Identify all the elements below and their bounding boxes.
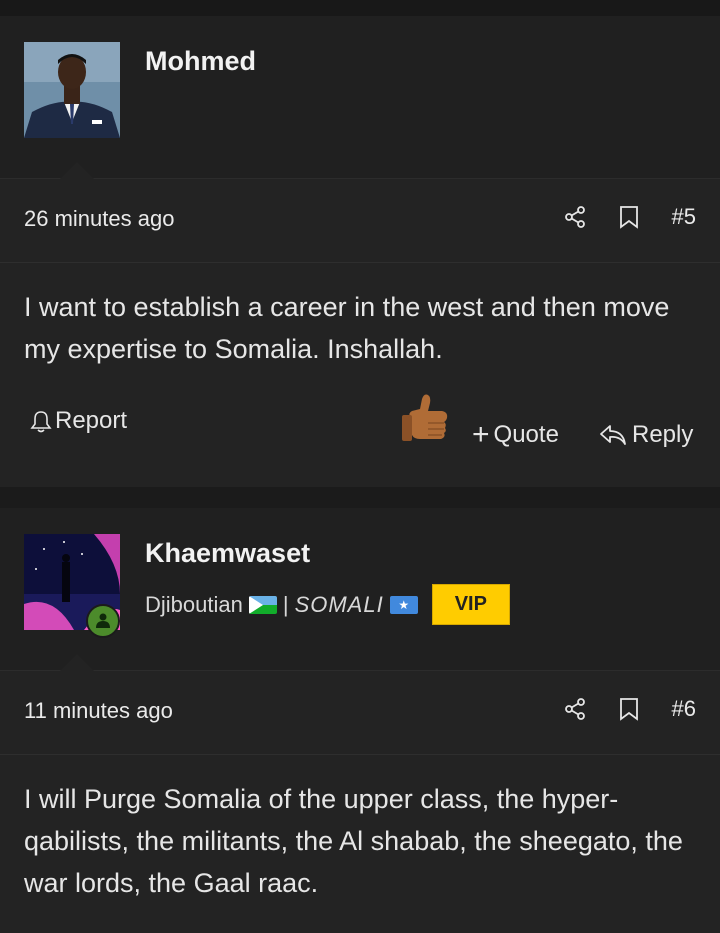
avatar-caret xyxy=(60,162,94,179)
reply-arrow-icon xyxy=(600,425,626,445)
share-icon[interactable] xyxy=(560,202,590,232)
user-block: Khaemwaset Djiboutian | SOMALI ★ VIP xyxy=(0,508,720,671)
post-time[interactable]: 26 minutes ago xyxy=(24,206,174,232)
post-time[interactable]: 11 minutes ago xyxy=(24,698,173,724)
post-body: I want to establish a career in the west… xyxy=(24,292,670,364)
avatar[interactable] xyxy=(24,42,120,138)
bell-icon xyxy=(30,411,52,433)
user-block: Mohmed xyxy=(0,16,720,179)
bookmark-icon[interactable] xyxy=(614,202,644,232)
post-tools: #6 xyxy=(560,694,696,724)
post-number[interactable]: #6 xyxy=(672,696,696,722)
reply-label: Reply xyxy=(632,421,694,448)
post-6: Khaemwaset Djiboutian | SOMALI ★ VIP 11 … xyxy=(0,508,720,933)
top-strip xyxy=(0,0,720,16)
post-tools: #5 xyxy=(560,202,696,232)
post-meta: 11 minutes ago #6 xyxy=(0,670,720,755)
djibouti-flag-icon xyxy=(248,595,277,614)
post-number[interactable]: #5 xyxy=(672,204,696,230)
plus-icon: + xyxy=(472,418,490,451)
online-user-icon xyxy=(86,604,120,638)
quote-label: Quote xyxy=(493,421,559,448)
report-button[interactable]: Report xyxy=(30,407,127,435)
reply-button[interactable]: Reply xyxy=(598,421,693,449)
post-meta: 26 minutes ago #5 xyxy=(0,178,720,263)
quote-button[interactable]: + Quote xyxy=(472,418,559,451)
post-actions: Report + Quote Reply xyxy=(0,394,720,461)
user-title: Djiboutian | SOMALI ★ VIP xyxy=(145,584,510,625)
vip-badge: VIP xyxy=(431,584,510,625)
post-body: I will Purge Somalia of the upper class,… xyxy=(24,784,683,898)
username[interactable]: Khaemwaset xyxy=(145,538,310,569)
user-title-somali: SOMALI xyxy=(294,591,384,617)
somalia-flag-icon: ★ xyxy=(389,595,418,614)
thumbs-up-icon[interactable] xyxy=(400,393,450,452)
user-title-prefix: Djiboutian xyxy=(145,591,243,617)
bookmark-icon[interactable] xyxy=(614,694,644,724)
username[interactable]: Mohmed xyxy=(145,46,256,77)
user-title-separator: | xyxy=(282,591,289,617)
report-label: Report xyxy=(55,407,128,434)
post-5: Mohmed 26 minutes ago #5 I want to estab… xyxy=(0,16,720,487)
share-icon[interactable] xyxy=(560,694,590,724)
avatar-caret xyxy=(60,654,94,671)
